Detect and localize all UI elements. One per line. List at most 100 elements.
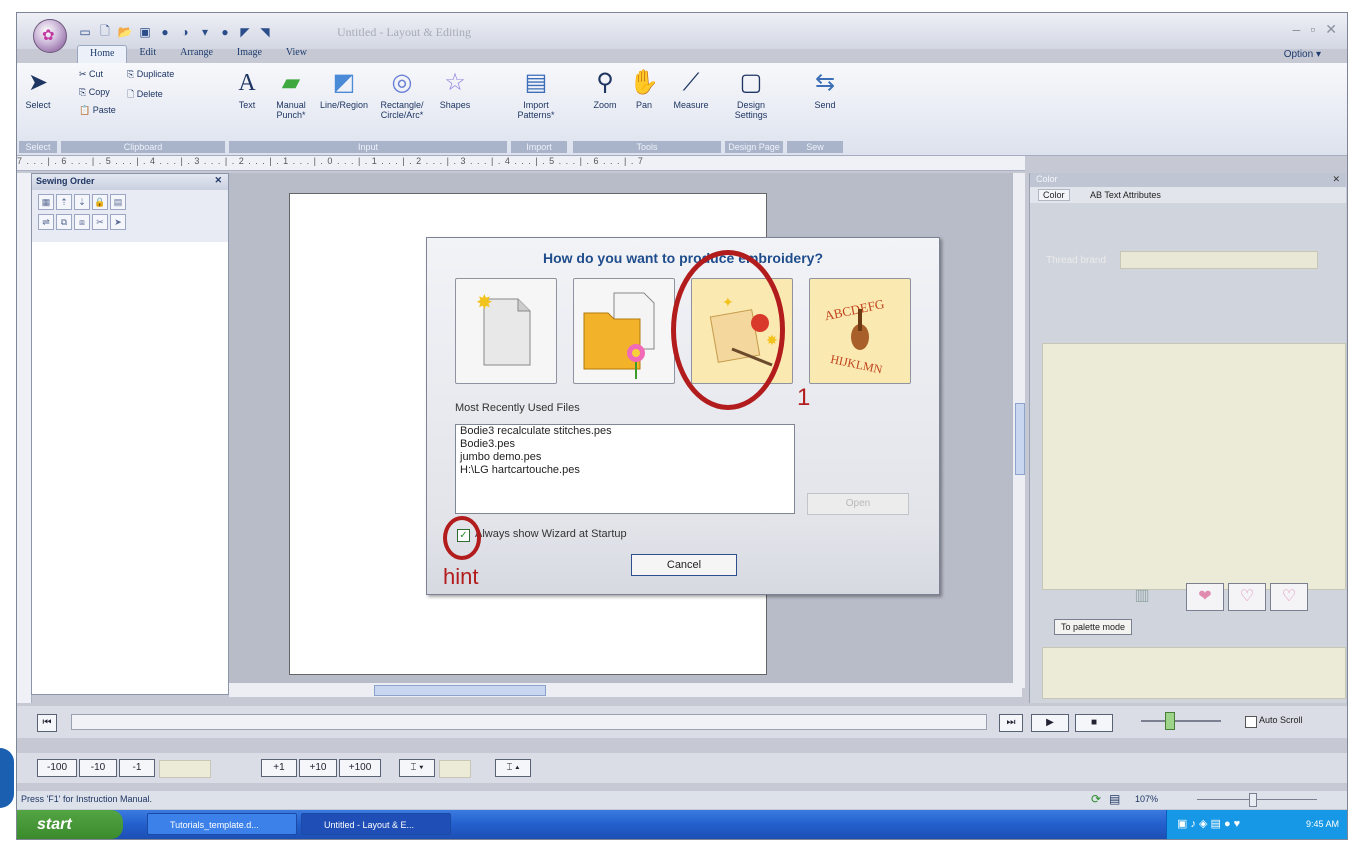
heart-icon[interactable]: ♡	[1228, 583, 1266, 611]
mru-file-item[interactable]: Bodie3 recalculate stitches.pes	[456, 425, 794, 438]
open-button[interactable]: Open	[807, 493, 909, 515]
line-region-button[interactable]: ◩ Line/Region	[317, 69, 371, 110]
design-settings-button[interactable]: ▢ Design Settings	[727, 69, 775, 120]
cut-button[interactable]: ✂ Cut	[79, 69, 103, 80]
stitch-back-1-button[interactable]: -1	[119, 759, 155, 777]
speed-slider-thumb[interactable]	[1165, 712, 1175, 730]
horizontal-scrollbar[interactable]	[229, 683, 1022, 697]
star-icon: ☆	[444, 69, 466, 96]
choice-open-file[interactable]	[573, 278, 675, 384]
taskbar-item-tutorials[interactable]: Tutorials_template.d...	[147, 813, 297, 835]
mru-file-list[interactable]: Bodie3 recalculate stitches.pes Bodie3.p…	[455, 424, 795, 514]
move-up-icon[interactable]: ⇡	[56, 194, 72, 210]
zoom-slider-thumb[interactable]	[1249, 793, 1257, 807]
stitch-back-10-button[interactable]: -10	[79, 759, 117, 777]
timeline-track[interactable]	[71, 714, 987, 730]
maximize-button[interactable]: ▫	[1310, 21, 1315, 38]
start-button[interactable]: start	[17, 810, 123, 839]
tab-edit[interactable]: Edit	[127, 45, 168, 63]
tab-view[interactable]: View	[274, 45, 319, 63]
auto-scroll-checkbox[interactable]	[1245, 716, 1257, 728]
undo-icon[interactable]: ●	[157, 24, 173, 40]
sewing-order-close[interactable]: ✕	[214, 175, 222, 186]
choice-new-design[interactable]: ✸	[455, 278, 557, 384]
speed-slider[interactable]	[1141, 720, 1221, 722]
delete-button[interactable]: 🗋 Delete	[127, 87, 163, 103]
palette-icon[interactable]: ▥	[1124, 583, 1160, 609]
tab-text-attributes[interactable]: AB Text Attributes	[1090, 190, 1161, 200]
shapes-button[interactable]: ☆ Shapes	[435, 69, 475, 110]
zoom-slider[interactable]	[1197, 799, 1317, 800]
stitch-forward-10-button[interactable]: +10	[299, 759, 337, 777]
tab-arrange[interactable]: Arrange	[168, 45, 225, 63]
play-icon[interactable]: ▶	[1031, 714, 1069, 732]
stitch-forward-1-button[interactable]: +1	[261, 759, 297, 777]
lock-icon[interactable]: 🔒	[92, 194, 108, 210]
stitch-forward-100-button[interactable]: +100	[339, 759, 381, 777]
stop-icon[interactable]: ■	[1075, 714, 1113, 732]
measure-button[interactable]: ⟋ Measure	[669, 69, 713, 110]
scissors-icon[interactable]: ✂	[92, 214, 108, 230]
zoom-button[interactable]: ⚲ Zoom	[589, 69, 621, 110]
new-icon[interactable]: ▭	[77, 24, 93, 40]
cancel-button[interactable]: Cancel	[631, 554, 737, 576]
horizontal-scroll-thumb[interactable]	[374, 685, 546, 696]
dropdown-icon[interactable]: ▾	[197, 24, 213, 40]
group-icon[interactable]: ⧉	[56, 214, 72, 230]
refresh-icon[interactable]: ⟳	[1091, 792, 1101, 806]
thread-brand-select[interactable]	[1120, 251, 1318, 269]
to-palette-mode-button[interactable]: To palette mode	[1054, 619, 1133, 635]
mru-file-item[interactable]: jumbo demo.pes	[456, 451, 794, 464]
choice-text-design[interactable]: ABCDEFG HIJKLMN	[809, 278, 911, 384]
minimize-button[interactable]: –	[1293, 21, 1301, 38]
duplicate-button[interactable]: ⎘ Duplicate	[127, 69, 174, 80]
pointer-icon[interactable]: ➤	[110, 214, 126, 230]
app-menu-button[interactable]: ✿	[33, 19, 67, 53]
taskbar-item-layout-editing[interactable]: Untitled - Layout & E...	[301, 813, 451, 835]
tab-home[interactable]: Home	[77, 45, 128, 63]
heart-multi-icon[interactable]: ❤	[1186, 583, 1224, 611]
rectangle-circle-button[interactable]: ◎ Rectangle/ Circle/Arc*	[373, 69, 431, 120]
mru-label: Most Recently Used Files	[455, 402, 580, 414]
stitch-count-field[interactable]	[159, 760, 211, 778]
move-down-icon[interactable]: ⇣	[74, 194, 90, 210]
tray-icons[interactable]: ▣ ♪ ◈ ▤ ● ♥	[1177, 817, 1240, 830]
page-icon[interactable]: ▤	[1109, 792, 1120, 806]
manual-punch-button[interactable]: ▰ Manual Punch*	[269, 69, 313, 120]
link-icon[interactable]: ⇌	[38, 214, 54, 230]
heart-outline-icon[interactable]: ♡	[1270, 583, 1308, 611]
ungroup-icon[interactable]: ⧈	[74, 214, 90, 230]
select-button[interactable]: ➤ Select	[23, 69, 53, 110]
color-forward-button[interactable]: ⌶ ▴	[495, 759, 531, 777]
sort-icon[interactable]: ▦	[38, 194, 54, 210]
send-button[interactable]: ⇆ Send	[805, 69, 845, 110]
paste-button[interactable]: 📋 Paste	[79, 105, 116, 116]
vertical-scrollbar[interactable]	[1012, 173, 1025, 688]
mru-file-item[interactable]: H:\LG hartcartouche.pes	[456, 464, 794, 477]
mru-file-item[interactable]: Bodie3.pes	[456, 438, 794, 451]
color-panel-close[interactable]: ✕	[1332, 174, 1340, 185]
skip-end-icon[interactable]: ⏭	[999, 714, 1023, 732]
color-icon[interactable]: ●	[217, 24, 233, 40]
close-button[interactable]: ✕	[1325, 21, 1337, 38]
pan-button[interactable]: ✋ Pan	[629, 69, 659, 110]
text-button[interactable]: A Text	[229, 69, 265, 110]
color-back-button[interactable]: ⌶ ▾	[399, 759, 435, 777]
arrow-left-icon[interactable]: ◤	[237, 24, 253, 40]
stitch-back-100-button[interactable]: -100	[37, 759, 77, 777]
redo-icon[interactable]: ◑	[177, 24, 193, 40]
color-count-field[interactable]	[439, 760, 471, 778]
skip-start-icon[interactable]: ⏮	[37, 714, 57, 732]
tab-image[interactable]: Image	[225, 45, 274, 63]
thread-color-list[interactable]	[1042, 343, 1346, 590]
arrow-right-icon[interactable]: ◥	[257, 24, 273, 40]
open-icon[interactable]: 📂	[117, 24, 133, 40]
option-menu[interactable]: Option ▾	[1284, 49, 1321, 60]
new-doc-icon[interactable]: 🗋	[97, 24, 113, 40]
grid-icon[interactable]: ▤	[110, 194, 126, 210]
copy-button[interactable]: ⎘ Copy	[79, 87, 110, 98]
tab-color[interactable]: Color	[1038, 189, 1070, 201]
import-patterns-button[interactable]: ▤ Import Patterns*	[511, 69, 561, 120]
save-icon[interactable]: ▣	[137, 24, 153, 40]
vertical-scroll-thumb[interactable]	[1015, 403, 1025, 475]
